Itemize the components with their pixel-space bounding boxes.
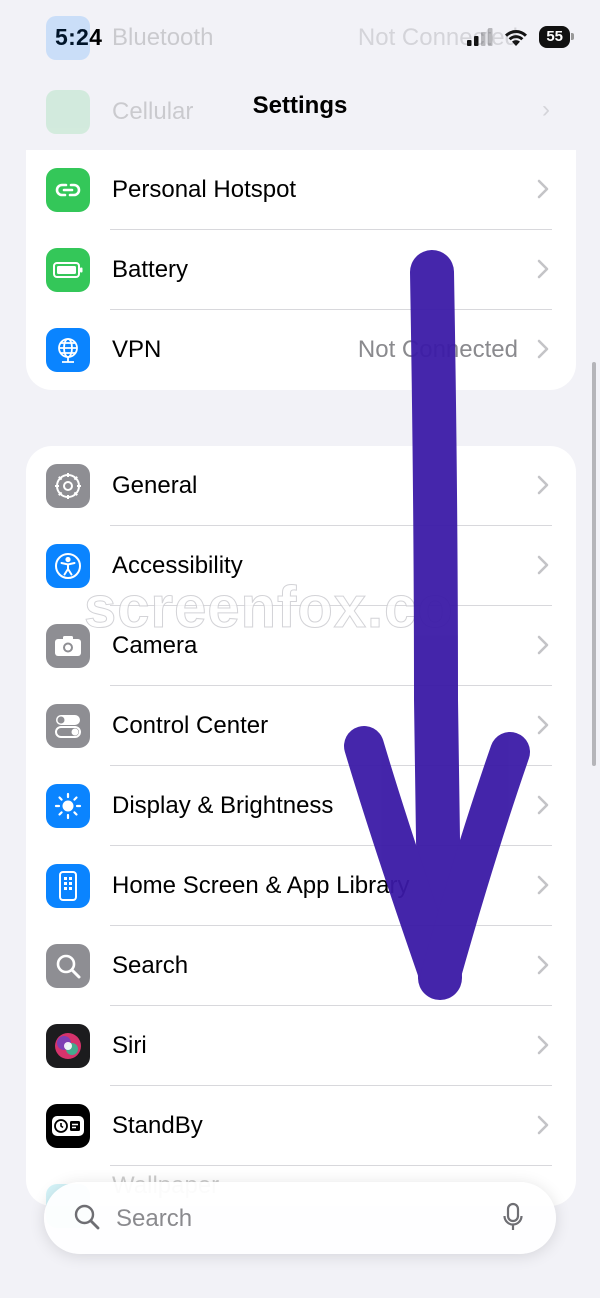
settings-row-vpn[interactable]: VPN Not Connected (26, 310, 576, 390)
settings-group-connectivity: Personal Hotspot Battery VPN Not Connect… (26, 150, 576, 390)
row-label: Personal Hotspot (112, 176, 297, 203)
row-label: Camera (112, 632, 198, 659)
chevron-right-icon (537, 1035, 549, 1055)
chevron-right-icon (537, 339, 549, 359)
phone-grid-icon (46, 864, 90, 908)
search-placeholder: Search (116, 1205, 193, 1232)
search-bar[interactable]: Search (44, 1182, 556, 1254)
link-icon (46, 168, 90, 212)
globe-icon (46, 328, 90, 372)
row-label: Siri (112, 1032, 147, 1059)
faded-row-label: Bluetooth (112, 24, 214, 51)
standby-icon (46, 1104, 90, 1148)
row-label: General (112, 472, 198, 499)
battery-icon (46, 248, 90, 292)
chevron-right-icon (537, 259, 549, 279)
bluetooth-icon (46, 16, 90, 60)
accessibility-icon (46, 544, 90, 588)
settings-row-display-brightness[interactable]: Display & Brightness (26, 766, 576, 846)
settings-row-control-center[interactable]: Control Center (26, 686, 576, 766)
row-label: Display & Brightness (112, 792, 334, 819)
settings-row-camera[interactable]: Camera (26, 606, 576, 686)
settings-row-home-screen[interactable]: Home Screen & App Library (26, 846, 576, 926)
chevron-right-icon (537, 475, 549, 495)
scroll-indicator (592, 362, 596, 766)
chevron-right-icon (537, 555, 549, 575)
faded-row-value: Not Connected (357, 24, 518, 51)
settings-group-general: General Accessibility Camera Control Cen… (26, 446, 576, 1206)
siri-icon (46, 1024, 90, 1068)
row-divider (110, 1165, 552, 1166)
row-label: Home Screen & App Library (112, 872, 410, 899)
vpn-status-value: Not Connected (357, 336, 518, 363)
row-label: Control Center (112, 712, 269, 739)
chevron-right-icon (537, 1115, 549, 1135)
toggles-icon (46, 704, 90, 748)
camera-icon (46, 624, 90, 668)
row-label: Battery (112, 256, 189, 283)
settings-row-siri[interactable]: Siri (26, 1006, 576, 1086)
magnifier-icon (46, 944, 90, 988)
row-label: Accessibility (112, 552, 243, 579)
settings-row-accessibility[interactable]: Accessibility (26, 526, 576, 606)
sun-icon (46, 784, 90, 828)
page-title: Settings (252, 92, 348, 119)
settings-row-personal-hotspot[interactable]: Personal Hotspot (26, 150, 576, 230)
settings-row-general[interactable]: General (26, 446, 576, 526)
chevron-right-icon (537, 875, 549, 895)
chevron-right-icon (537, 955, 549, 975)
chevron-right-icon (537, 635, 549, 655)
settings-row-search[interactable]: Search (26, 926, 576, 1006)
row-label: StandBy (112, 1112, 203, 1139)
settings-row-standby[interactable]: StandBy (26, 1086, 576, 1166)
chevron-right-icon (537, 179, 549, 199)
row-label: Search (112, 952, 189, 979)
chevron-right-icon (537, 715, 549, 735)
search-icon (74, 1204, 100, 1230)
settings-row-battery[interactable]: Battery (26, 230, 576, 310)
microphone-icon[interactable] (502, 1202, 524, 1234)
chevron-right-icon (537, 795, 549, 815)
gear-icon (46, 464, 90, 508)
row-label: VPN (112, 336, 162, 363)
faded-row-bluetooth: Bluetooth Not Connected (26, 0, 576, 74)
